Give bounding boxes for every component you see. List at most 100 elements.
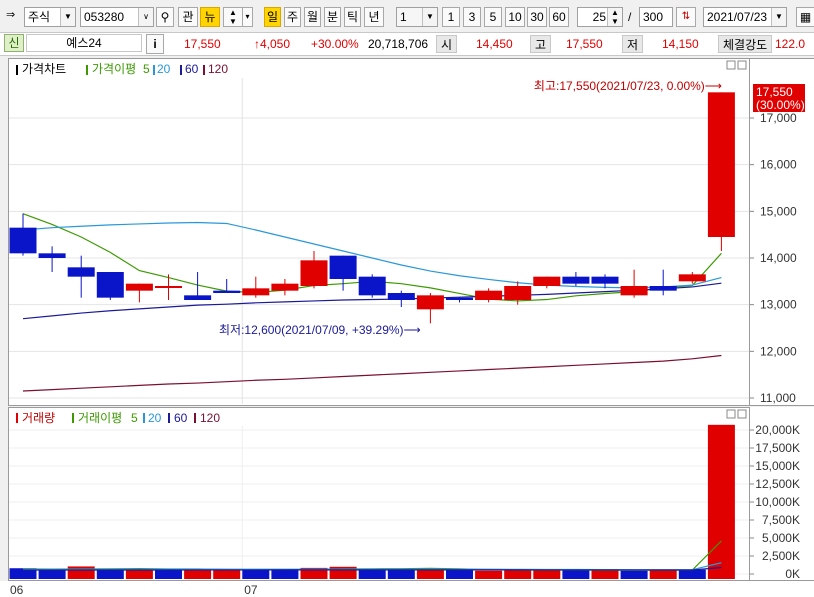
legend-vma5-swatch bbox=[72, 413, 74, 423]
candle-body bbox=[504, 286, 532, 300]
legend-ma5-swatch bbox=[86, 65, 88, 75]
volume-bar bbox=[504, 570, 532, 579]
volume-tick-label: 7,500K bbox=[762, 513, 800, 527]
candle-body bbox=[96, 272, 124, 298]
price-tick-label: 14,000 bbox=[760, 251, 797, 265]
volume-tick-label: 2,500K bbox=[762, 549, 800, 563]
legend-volume-swatch bbox=[16, 413, 18, 423]
volume-bar bbox=[242, 570, 270, 579]
volume-axis: 0K 2,500K 5,000K 7,500K 10,000K 12,500K 15,000… bbox=[750, 423, 800, 581]
price-tick-label: 11,000 bbox=[760, 391, 796, 405]
volume-bar bbox=[707, 424, 735, 579]
candle-body bbox=[475, 290, 503, 300]
price-candles bbox=[9, 92, 735, 324]
legend-vma20: 20 bbox=[148, 411, 162, 425]
price-tick-label: 16,000 bbox=[760, 158, 797, 172]
volume-bar bbox=[649, 570, 677, 579]
volume-bar bbox=[562, 570, 590, 579]
legend-ma60-swatch bbox=[180, 65, 182, 75]
volume-bar bbox=[38, 569, 66, 579]
candle-body bbox=[67, 267, 95, 277]
legend-ma20: 20 bbox=[157, 62, 171, 76]
candle-body bbox=[416, 295, 444, 310]
candle-body bbox=[38, 253, 66, 258]
candle-body bbox=[591, 276, 619, 284]
volume-bar bbox=[591, 569, 619, 579]
legend-price-swatch bbox=[16, 65, 18, 75]
volume-bar bbox=[387, 569, 415, 579]
candle-body bbox=[271, 283, 299, 291]
legend-vma60: 60 bbox=[174, 411, 188, 425]
price-tick-label: 13,000 bbox=[760, 298, 797, 312]
date-tick-label: 07 bbox=[244, 583, 258, 597]
candle-body bbox=[184, 295, 212, 300]
volume-bar bbox=[184, 569, 212, 579]
legend-price-title: 가격차트 bbox=[22, 62, 66, 76]
volume-panel-close-icon[interactable] bbox=[737, 409, 747, 419]
candle-body bbox=[533, 276, 561, 286]
volume-bar bbox=[416, 568, 444, 579]
candle-body bbox=[155, 286, 182, 288]
volume-bar bbox=[678, 569, 706, 579]
candle-body bbox=[707, 92, 735, 237]
annotation-high: 최고:17,550(2021/07/23, 0.00%)⟶ bbox=[534, 79, 722, 93]
legend-vma20-swatch bbox=[143, 413, 145, 423]
candle-body bbox=[678, 274, 706, 282]
volume-bar bbox=[213, 569, 241, 579]
legend-vma120-swatch bbox=[194, 413, 196, 423]
volume-bar bbox=[533, 569, 561, 579]
candle-body bbox=[213, 290, 241, 293]
price-panel-close-icon[interactable] bbox=[737, 60, 747, 70]
price-tick-label: 15,000 bbox=[760, 204, 797, 218]
legend-ma60: 60 bbox=[185, 62, 199, 76]
volume-ma-line bbox=[23, 562, 722, 571]
volume-bar bbox=[475, 570, 503, 579]
volume-bar bbox=[620, 570, 648, 579]
price-gridlines bbox=[9, 78, 749, 404]
date-tick-label: 06 bbox=[10, 583, 24, 597]
candle-body bbox=[620, 286, 648, 296]
legend-ma5: 5 bbox=[143, 62, 150, 76]
price-ma-line bbox=[22, 354, 722, 392]
volume-ma-line bbox=[22, 540, 722, 571]
candle-body bbox=[9, 227, 37, 254]
candle-body bbox=[125, 283, 153, 291]
legend-vma5: 5 bbox=[131, 411, 138, 425]
volume-tick-label: 20,000K bbox=[755, 423, 800, 437]
volume-panel-minimize-icon[interactable] bbox=[726, 409, 736, 419]
legend-volume-title: 거래량 bbox=[22, 411, 55, 425]
legend-ma120: 120 bbox=[208, 62, 228, 76]
candle-body bbox=[387, 293, 415, 300]
volume-tick-label: 5,000K bbox=[762, 531, 800, 545]
candle-body bbox=[242, 288, 270, 296]
candle-body bbox=[649, 286, 677, 291]
volume-bar bbox=[271, 569, 299, 579]
legend-vma120: 120 bbox=[200, 411, 220, 425]
candle-body bbox=[446, 297, 473, 300]
candle-body bbox=[562, 276, 590, 284]
volume-tick-label: 0K bbox=[785, 567, 800, 581]
price-tick-label: 12,000 bbox=[760, 344, 797, 358]
candle-body bbox=[300, 260, 328, 286]
last-price-tag-pct: (30.00%) bbox=[756, 98, 805, 112]
legend-price-ma-label: 가격이평 bbox=[92, 62, 136, 76]
price-moving-averages bbox=[22, 213, 722, 392]
volume-gridlines bbox=[9, 426, 749, 579]
legend-vma60-swatch bbox=[168, 413, 170, 423]
volume-moving-averages bbox=[22, 540, 722, 571]
volume-tick-label: 15,000K bbox=[755, 459, 800, 473]
date-axis: 06 07 bbox=[10, 583, 258, 597]
candle-body bbox=[358, 276, 386, 296]
chart-canvas: 11,000 12,000 13,000 14,000 15,000 16,000 17,0… bbox=[9, 60, 805, 597]
price-panel-minimize-icon[interactable] bbox=[726, 60, 736, 70]
volume-tick-label: 17,500K bbox=[755, 441, 800, 455]
price-tick-label: 17,000 bbox=[760, 111, 797, 125]
volume-tick-label: 10,000K bbox=[755, 495, 800, 509]
candle-body bbox=[329, 255, 357, 279]
legend-volume-ma-label: 거래이평 bbox=[78, 411, 122, 425]
volume-bar bbox=[125, 569, 153, 579]
volume-tick-label: 12,500K bbox=[755, 477, 800, 491]
annotation-low: 최저:12,600(2021/07/09, +39.29%)⟶ bbox=[219, 323, 421, 337]
price-axis: 11,000 12,000 13,000 14,000 15,000 16,000 17,0… bbox=[750, 111, 797, 405]
volume-bar bbox=[155, 570, 182, 579]
